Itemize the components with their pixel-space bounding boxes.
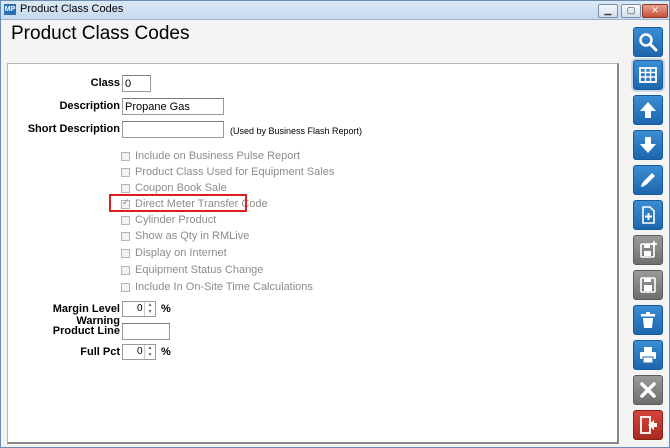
move-up-button[interactable] [633,95,663,125]
stepper-arrows[interactable]: ▲ ▼ [144,302,155,316]
title-bar: MP Product Class Codes ▁ ▢ ✕ [1,1,669,20]
trash-icon [641,312,655,328]
checkbox-label: Include In On-Site Time Calculations [135,281,313,293]
grid-icon [639,67,657,83]
checkbox-display-internet[interactable]: Display on Internet [121,246,227,260]
checkbox-label: Show as Qty in RMLive [135,230,250,242]
checkbox-box[interactable] [121,282,130,292]
checkbox-label: Display on Internet [135,247,227,259]
checkbox-cylinder-product[interactable]: Cylinder Product [121,213,216,227]
short-description-label: Short Description [27,123,120,135]
delete-button[interactable] [633,305,663,335]
checkbox-box[interactable] [121,167,130,177]
save-new-button[interactable] [633,235,663,265]
description-label: Description [59,100,120,112]
stepper-up-icon[interactable]: ▲ [145,345,155,352]
new-document-icon [642,206,655,224]
full-pct-label: Full Pct [80,346,120,358]
checkbox-equipment-status[interactable]: Equipment Status Change [121,263,263,277]
floppy-icon [640,277,656,293]
checkbox-show-qty-rmlive[interactable]: Show as Qty in RMLive [121,229,249,243]
exit-door-icon [640,416,657,434]
full-pct-stepper[interactable]: 0 ▲ ▼ [122,344,156,360]
arrow-down-icon [640,137,656,153]
checkbox-equipment-sales[interactable]: Product Class Used for Equipment Sales [121,165,334,179]
margin-level-stepper[interactable]: 0 ▲ ▼ [122,301,156,317]
class-field[interactable]: 0 [122,75,151,92]
app-window: MP Product Class Codes ▁ ▢ ✕ Product Cla… [0,0,670,448]
class-label: Class [90,77,120,89]
product-line-field[interactable] [122,323,170,340]
checkbox-label: Equipment Status Change [135,264,264,276]
edit-button[interactable] [633,165,663,195]
printer-icon [640,347,656,364]
description-field[interactable]: Propane Gas [122,98,224,115]
checkbox-label: Coupon Book Sale [135,182,227,194]
page-title: Product Class Codes [11,23,190,44]
stepper-arrows[interactable]: ▲ ▼ [144,345,155,359]
maximize-button[interactable]: ▢ [621,4,641,18]
checkbox-coupon-book[interactable]: Coupon Book Sale [121,181,227,195]
full-pct-unit: % [161,346,171,358]
checkbox-box[interactable] [121,215,130,225]
short-description-field[interactable] [122,121,224,138]
save-new-icon [640,241,657,258]
stepper-down-icon[interactable]: ▼ [145,352,155,359]
minimize-button[interactable]: ▁ [598,4,618,18]
margin-level-label: Margin Level Warning [52,303,120,327]
exit-button[interactable] [633,410,663,440]
app-icon: MP [4,4,16,15]
margin-level-value: 0 [137,303,143,314]
checkbox-business-pulse[interactable]: Include on Business Pulse Report [121,149,300,163]
checkbox-box[interactable] [121,265,130,275]
save-button[interactable] [633,270,663,300]
checkbox-box[interactable] [121,183,130,193]
arrow-up-icon [640,102,656,118]
form-panel [7,63,619,444]
checkbox-box[interactable] [121,231,130,241]
margin-level-unit: % [161,303,171,315]
short-description-note: (Used by Business Flash Report) [230,126,363,136]
checkbox-onsite-time[interactable]: Include In On-Site Time Calculations [121,280,313,294]
checkbox-label: Product Class Used for Equipment Sales [135,166,335,178]
checkbox-box[interactable] [121,248,130,258]
highlight-box [109,194,247,212]
checkbox-box[interactable] [121,151,130,161]
grid-button[interactable] [633,60,663,90]
x-icon [640,382,656,398]
window-title: Product Class Codes [20,3,124,15]
search-button[interactable] [633,27,663,57]
full-pct-value: 0 [137,346,143,357]
stepper-up-icon[interactable]: ▲ [145,302,155,309]
new-record-button[interactable] [633,200,663,230]
product-line-label: Product Line [52,325,120,337]
stepper-down-icon[interactable]: ▼ [145,309,155,316]
print-button[interactable] [633,340,663,370]
cancel-button[interactable] [633,375,663,405]
checkbox-label: Include on Business Pulse Report [135,150,301,162]
pencil-icon [641,173,655,187]
move-down-button[interactable] [633,130,663,160]
checkbox-label: Cylinder Product [135,214,217,226]
search-icon [639,33,658,52]
close-button[interactable]: ✕ [642,4,668,18]
